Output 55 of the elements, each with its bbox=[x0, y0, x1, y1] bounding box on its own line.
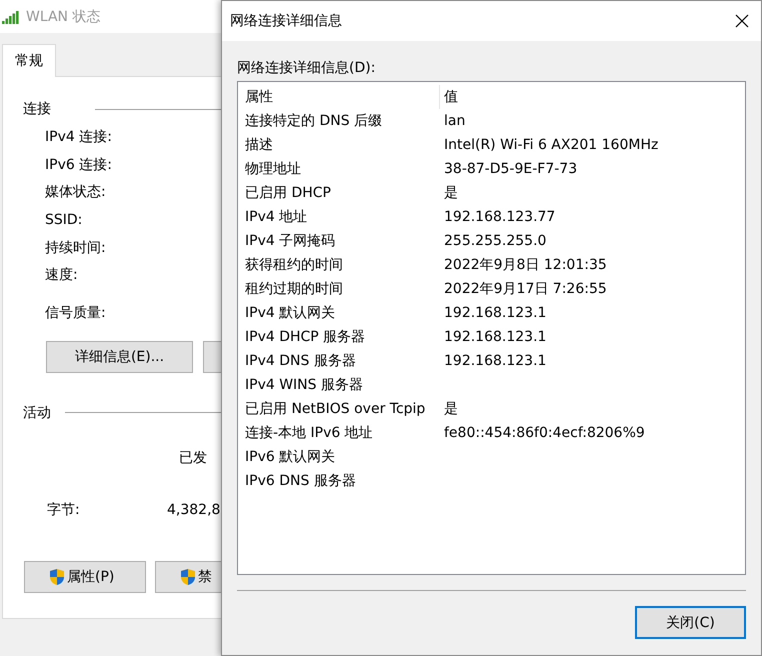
shield-icon bbox=[180, 568, 196, 586]
field-value: 4,382,8 bbox=[167, 502, 220, 518]
value-cell-text: 192.168.123.77 bbox=[443, 209, 556, 225]
property-cell-text: IPv4 DHCP 服务器 bbox=[244, 328, 366, 346]
value-cell-text: 2022年9月17日 7:26:55 bbox=[443, 280, 607, 298]
window-title: WLAN 状态 bbox=[26, 8, 100, 26]
property-cell-text: 物理地址 bbox=[244, 160, 302, 178]
column-header: 已发 bbox=[179, 450, 207, 466]
property-cell-text: 描述 bbox=[244, 136, 274, 154]
field-label: 速度: bbox=[45, 266, 78, 284]
value-cell-text: fe80::454:86f0:4ecf:8206%9 bbox=[443, 425, 645, 441]
property-cell-text: IPv4 地址 bbox=[244, 208, 308, 226]
field-label: 信号质量: bbox=[45, 304, 106, 322]
column-header[interactable]: 属性 bbox=[238, 85, 440, 109]
value-cell-text: 192.168.123.1 bbox=[443, 329, 546, 345]
list-label: 网络连接详细信息(D): bbox=[237, 60, 376, 76]
field-label: SSID: bbox=[45, 212, 82, 228]
button[interactable]: 属性(P) bbox=[24, 560, 146, 593]
tab[interactable]: 常规 bbox=[2, 44, 56, 77]
group-label: 连接 bbox=[23, 100, 51, 118]
value-cell-text: Intel(R) Wi-Fi 6 AX201 160MHz bbox=[443, 137, 658, 153]
shield-icon bbox=[49, 568, 65, 586]
dialog-title: 网络连接详细信息 bbox=[230, 12, 342, 30]
close-dialog-button[interactable]: 关闭(C) bbox=[635, 606, 746, 639]
property-cell-text: 连接-本地 IPv6 地址 bbox=[244, 424, 374, 442]
field-label: 字节: bbox=[46, 500, 81, 519]
property-cell-text: 租约过期的时间 bbox=[244, 280, 344, 298]
property-cell-text: IPv6 DNS 服务器 bbox=[244, 472, 357, 490]
property-cell-text: 连接特定的 DNS 后缀 bbox=[244, 112, 384, 130]
property-cell-text: IPv4 子网掩码 bbox=[244, 232, 336, 250]
property-cell-text: IPv4 DNS 服务器 bbox=[244, 352, 357, 370]
field-label: IPv4 连接: bbox=[45, 128, 112, 146]
value-cell-text: 是 bbox=[443, 184, 458, 202]
property-cell-text: IPv6 默认网关 bbox=[244, 448, 336, 466]
value-cell-text: 2022年9月8日 12:01:35 bbox=[443, 256, 607, 274]
property-cell-text: 获得租约的时间 bbox=[244, 256, 344, 274]
value-cell-text: 255.255.255.0 bbox=[443, 233, 546, 249]
value-cell-text: 38-87-D5-9E-F7-73 bbox=[443, 161, 578, 177]
property-cell-text: 已启用 NetBIOS over Tcpip bbox=[244, 400, 426, 418]
field-label: 持续时间: bbox=[45, 238, 106, 257]
close-icon[interactable] bbox=[735, 14, 749, 28]
button[interactable]: 禁 bbox=[155, 560, 222, 593]
value-cell-text: 192.168.123.1 bbox=[443, 353, 546, 369]
field-label: IPv6 连接: bbox=[45, 156, 112, 174]
group-label: 活动 bbox=[23, 404, 51, 422]
property-cell-text: IPv4 WINS 服务器 bbox=[244, 376, 364, 394]
property-cell-text: IPv4 默认网关 bbox=[244, 304, 336, 322]
property-cell-text: 已启用 DHCP bbox=[244, 184, 332, 202]
column-header[interactable]: 值 bbox=[440, 88, 458, 106]
button[interactable]: 详细信息(E)... bbox=[46, 340, 193, 373]
value-cell-text: 是 bbox=[443, 400, 458, 418]
value-cell-text: 192.168.123.1 bbox=[443, 305, 546, 321]
value-cell-text: lan bbox=[443, 113, 466, 129]
signal-icon bbox=[2, 10, 20, 24]
field-label: 媒体状态: bbox=[45, 183, 106, 202]
